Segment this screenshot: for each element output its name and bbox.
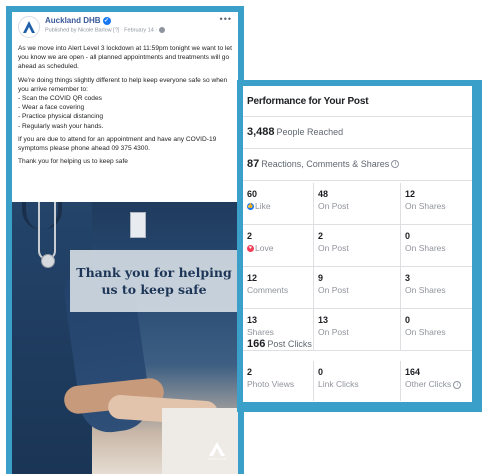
more-options-icon[interactable]: ••• — [220, 14, 232, 24]
stat-cell: 12 On Shares — [401, 183, 472, 225]
performance-card: Performance for Your Post 3,488 People Re… — [243, 86, 472, 402]
stat-cell: 13 On Post — [314, 309, 401, 351]
post-meta-text: Published by Nicole Barlow [?] · Februar… — [45, 27, 158, 34]
stat-cell-like: 60 👍Like — [243, 183, 314, 225]
performance-title: Performance for Your Post — [247, 96, 369, 107]
reactions-label: Reactions, Comments & Shares — [261, 159, 390, 169]
brand-text: AUCKLAND — [207, 457, 227, 461]
overlay-line: us to keep safe — [101, 282, 207, 297]
reach-label: People Reached — [276, 127, 344, 137]
auckland-dhb-logo-icon — [23, 21, 35, 33]
divider — [243, 180, 472, 181]
info-icon[interactable]: i — [391, 160, 400, 169]
stat-cell-other-clicks: 164 Other Clicks i — [401, 361, 472, 401]
stethoscope-icon — [38, 202, 56, 260]
stat-cell-comments: 12 Comments — [243, 267, 314, 309]
name-badge — [130, 212, 146, 238]
stat-cell: 48 On Post — [314, 183, 401, 225]
verified-badge-icon: ✓ — [102, 16, 111, 25]
reactions-summary: 87 Reactions, Comments & Shares i — [247, 158, 400, 170]
info-icon[interactable]: i — [453, 380, 462, 389]
list-item: - Wear a face covering — [18, 104, 85, 112]
globe-icon — [159, 27, 166, 33]
post-paragraph: We're doing things slightly different to… — [18, 76, 232, 131]
people-reached: 3,488 People Reached — [247, 126, 343, 138]
list-item: - Scan the COVID QR codes — [18, 95, 102, 103]
like-icon: 👍 — [247, 203, 254, 211]
brand-watermark: AUCKLAND — [206, 442, 228, 466]
post-paragraph: As we move into Alert Level 3 lockdown a… — [18, 45, 232, 71]
post-paragraph: If you are due to attend for an appointm… — [18, 135, 217, 153]
post-header: Auckland DHB ✓ Published by Nicole Barlow… — [12, 12, 238, 44]
page-avatar[interactable] — [18, 16, 40, 38]
overlay-line: Thank you for helping — [76, 265, 232, 280]
auckland-logo-icon — [209, 442, 225, 456]
page-name-link[interactable]: Auckland DHB — [45, 16, 101, 25]
reactions-value: 87 — [247, 158, 260, 170]
clicks-value: 166 — [247, 338, 266, 350]
clicks-label: Post Clicks — [267, 339, 312, 349]
divider — [243, 148, 472, 149]
love-icon: ♥ — [247, 245, 254, 253]
divider — [243, 116, 472, 117]
post-clicks-summary: 166 Post Clicks — [247, 338, 312, 350]
post-frame: Auckland DHB ✓ Published by Nicole Barlow… — [6, 6, 244, 474]
stat-cell-photo-views: 2 Photo Views — [243, 361, 314, 401]
performance-frame: Performance for Your Post 3,488 People Re… — [237, 80, 482, 412]
stethoscope-head — [41, 254, 55, 268]
stat-cell-love: 2 ♥ Love — [243, 225, 314, 267]
stat-cell-link-clicks: 0 Link Clicks — [314, 361, 401, 401]
reactions-grid: 60 👍Like 48 On Post 12 On Shares 2 ♥ Love… — [243, 183, 472, 351]
stat-cell: 9 On Post — [314, 267, 401, 309]
list-item: - Regularly wash your hands. — [18, 122, 104, 130]
reach-value: 3,488 — [247, 126, 275, 138]
post-paragraph: Thank you for helping us to keep safe — [18, 158, 128, 166]
stat-cell: 3 On Shares — [401, 267, 472, 309]
clicks-grid: 2 Photo Views 0 Link Clicks 164 Other Cl… — [243, 361, 472, 401]
facebook-post: Auckland DHB ✓ Published by Nicole Barlow… — [12, 12, 238, 474]
stat-cell: 0 On Shares — [401, 225, 472, 267]
stat-cell: 0 On Shares — [401, 309, 472, 351]
stat-cell: 2 On Post — [314, 225, 401, 267]
list-item: - Practice physical distancing — [18, 113, 104, 121]
post-text: As we move into Alert Level 3 lockdown a… — [12, 44, 238, 166]
image-caption-overlay: Thank you for helping us to keep safe — [70, 250, 238, 312]
post-photo[interactable]: Thank you for helping us to keep safe AU… — [12, 202, 238, 474]
